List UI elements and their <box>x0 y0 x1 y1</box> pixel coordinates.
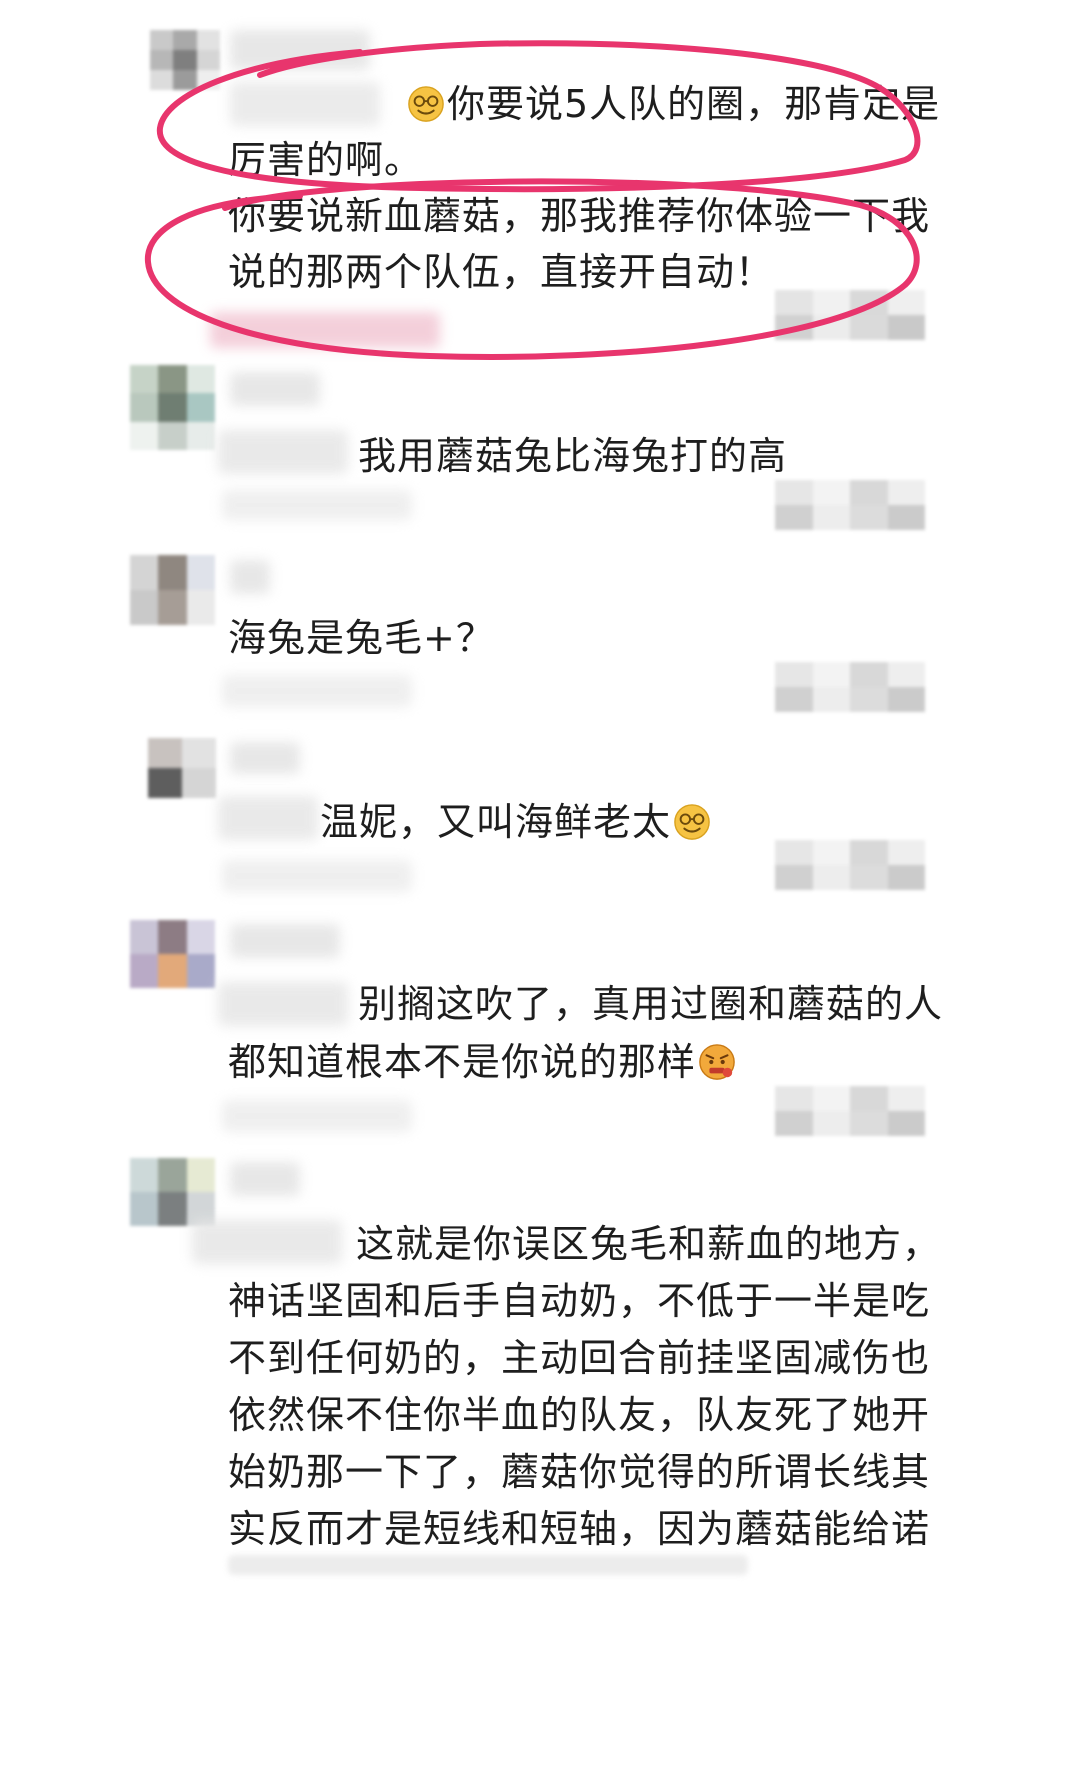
comment-line: 不到任何奶的，主动回合前挂坚固减伤也 <box>228 1326 930 1390</box>
comment-text-line: 海兔是兔毛+？ <box>228 616 495 660</box>
comment-text-line: 你要说5人队的圈，那肯定是 <box>447 82 941 126</box>
avatar[interactable] <box>130 365 215 450</box>
reply-to-blur <box>218 796 318 840</box>
comment-line: 你要说5人队的圈，那肯定是 <box>405 72 940 136</box>
comment-text-line: 不到任何奶的，主动回合前挂坚固减伤也 <box>228 1336 931 1380</box>
like-reply-actions[interactable] <box>775 662 925 712</box>
comment-text-line: 依然保不住你半血的队友，队友死了她开 <box>228 1393 931 1437</box>
like-reply-actions[interactable] <box>775 1086 925 1136</box>
like-reply-actions[interactable] <box>775 840 925 890</box>
comment-text-line: 说的那两个队伍，直接开自动！ <box>228 250 775 294</box>
comment-line: 神话坚固和后手自动奶，不低于一半是吃 <box>228 1269 930 1333</box>
comment-line: 别搁这吹了，真用过圈和蘑菇的人 <box>358 972 943 1036</box>
angry-face-emoji <box>699 1044 735 1080</box>
cut-off-line <box>228 1555 748 1575</box>
username-blur <box>230 30 370 70</box>
username-blur <box>230 372 320 406</box>
comment-line: 你要说新血蘑菇，那我推荐你体验一下我 <box>228 184 930 248</box>
avatar[interactable] <box>130 555 215 625</box>
username-blur <box>230 924 340 958</box>
reply-to-blur <box>192 1220 342 1264</box>
comment-text-line: 别搁这吹了，真用过圈和蘑菇的人 <box>358 982 944 1026</box>
comment-text-line: 温妮，又叫海鲜老太 <box>320 800 672 844</box>
meta-blur <box>222 490 412 520</box>
reply-to-blur <box>218 982 348 1026</box>
avatar[interactable] <box>148 738 216 798</box>
comment-line: 我用蘑菇兔比海兔打的高 <box>358 424 787 488</box>
comment-text-line: 始奶那一下了，蘑菇你觉得的所谓长线其 <box>228 1450 931 1494</box>
meta-blur <box>222 860 412 892</box>
like-reply-actions[interactable] <box>775 480 925 530</box>
comment-text-line: 实反而才是短线和短轴，因为蘑菇能给诺 <box>228 1507 931 1551</box>
comment-text-line: 厉害的啊。 <box>228 138 424 182</box>
comment-line: 都知道根本不是你说的那样 <box>228 1030 738 1094</box>
like-reply-actions[interactable] <box>775 290 925 340</box>
comment-text-line: 我用蘑菇兔比海兔打的高 <box>358 434 788 478</box>
meta-blur <box>210 312 440 348</box>
comment-line: 说的那两个队伍，直接开自动！ <box>228 240 774 304</box>
comment-line: 海兔是兔毛+？ <box>228 606 495 670</box>
comment-line: 厉害的啊。 <box>228 128 423 192</box>
avatar[interactable] <box>130 920 215 988</box>
comment-text-line: 这就是你误区兔毛和薪血的地方， <box>356 1222 942 1266</box>
smile-glasses-emoji <box>674 804 710 840</box>
meta-blur <box>222 1100 412 1132</box>
comment-line: 温妮，又叫海鲜老太 <box>320 790 713 854</box>
avatar[interactable] <box>150 30 220 90</box>
username-blur <box>230 560 270 594</box>
username-blur <box>230 742 300 774</box>
avatar[interactable] <box>130 1158 215 1226</box>
meta-blur <box>222 675 412 707</box>
username-blur <box>230 1162 300 1196</box>
comment-line: 始奶那一下了，蘑菇你觉得的所谓长线其 <box>228 1440 930 1504</box>
comment-line: 这就是你误区兔毛和薪血的地方， <box>356 1212 941 1276</box>
reply-to-blur <box>230 82 380 126</box>
comment-thread-screenshot: 你要说5人队的圈，那肯定是 厉害的啊。 你要说新血蘑菇，那我推荐你体验一下我 说… <box>0 0 1080 1774</box>
smile-glasses-emoji <box>408 86 444 122</box>
reply-to-blur <box>218 430 348 474</box>
comment-text-line: 你要说新血蘑菇，那我推荐你体验一下我 <box>228 194 931 238</box>
comment-line: 实反而才是短线和短轴，因为蘑菇能给诺 <box>228 1497 930 1561</box>
comment-text-line: 神话坚固和后手自动奶，不低于一半是吃 <box>228 1279 931 1323</box>
comment-text-line: 都知道根本不是你说的那样 <box>228 1040 697 1084</box>
comment-line: 依然保不住你半血的队友，队友死了她开 <box>228 1383 930 1447</box>
